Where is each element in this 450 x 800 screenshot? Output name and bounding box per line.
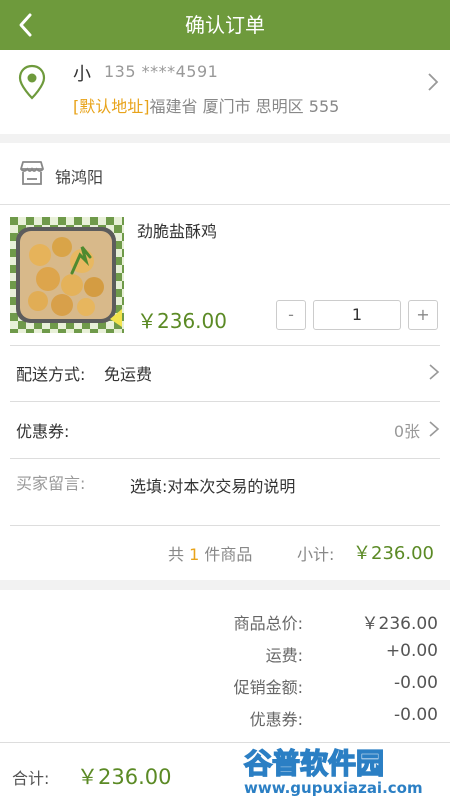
count-prefix: 共: [168, 545, 185, 564]
total-label: 合计:: [12, 769, 50, 788]
total-amount: ￥236.00: [77, 765, 172, 789]
coupon-label: 优惠券:: [16, 422, 70, 441]
item-count: 1: [189, 545, 200, 564]
chevron-right-icon: [429, 364, 440, 380]
product-image[interactable]: [10, 217, 124, 333]
subtotal-label: 小计:: [297, 545, 335, 564]
chevron-right-icon: [429, 421, 440, 437]
coupon-discount-label: 优惠券:: [249, 710, 303, 729]
shop-header: 锦鸿阳: [0, 143, 450, 205]
subtotal-value: ￥236.00: [353, 543, 434, 564]
watermark-title: 谷普软件园: [244, 747, 384, 780]
delivery-value: 免运费: [104, 365, 153, 384]
address-line: [默认地址]福建省 厦门市 思明区 555: [73, 93, 339, 117]
quantity-input[interactable]: 1: [313, 300, 401, 330]
coupon-value: 0张: [393, 422, 420, 441]
recipient-name: 小: [73, 64, 91, 85]
top-bar: 确认订单: [0, 0, 450, 50]
page-title: 确认订单: [185, 13, 265, 37]
delivery-address[interactable]: 小 135 ****4591 [默认地址]福建省 厦门市 思明区 555: [0, 50, 450, 134]
price-summary: 商品总价: ￥236.00 运费: +0.00 促销金额: -0.00 优惠券:…: [0, 590, 450, 742]
quantity-increase-button[interactable]: +: [408, 300, 438, 330]
shipping-fee-value: +0.00: [385, 641, 438, 661]
store-icon: [20, 161, 44, 185]
watermark-url: www.gupuxiazai.com: [244, 779, 423, 797]
divider: [10, 401, 440, 402]
default-address-tag: [默认地址]: [73, 97, 150, 116]
divider: [10, 525, 440, 526]
quantity-decrease-button[interactable]: -: [276, 300, 306, 330]
promotion-value: -0.00: [394, 673, 438, 693]
buyer-message-label: 买家留言:: [16, 474, 86, 493]
promotion-label: 促销金额:: [233, 678, 303, 697]
address-detail: 福建省 厦门市 思明区 555: [149, 97, 340, 116]
chevron-right-icon: [428, 73, 439, 91]
order-items: 劲脆盐酥鸡 ￥236.00 - 1 + 配送方式: 免运费 优惠券: 0张 买家…: [0, 205, 450, 580]
checkout-bar: 合计: ￥236.00 谷普软件园 www.gupuxiazai.com: [0, 742, 450, 800]
coupon-discount-value: -0.00: [394, 705, 438, 725]
item-count-line: 共 1 件商品: [168, 541, 252, 565]
recipient-phone: 135 ****4591: [104, 62, 219, 81]
goods-total-label: 商品总价:: [233, 614, 303, 633]
location-pin-icon: [18, 64, 46, 100]
count-suffix: 件商品: [204, 545, 253, 564]
product-name: 劲脆盐酥鸡: [137, 222, 218, 241]
shop-name: 锦鸿阳: [55, 168, 104, 187]
divider: [10, 345, 440, 346]
watermark-logo: 谷普软件园 www.gupuxiazai.com: [243, 746, 423, 797]
buyer-message-input[interactable]: 选填:对本次交易的说明: [130, 473, 295, 497]
divider: [10, 458, 440, 459]
delivery-label: 配送方式:: [16, 365, 86, 384]
shipping-fee-label: 运费:: [265, 646, 303, 665]
goods-total-value: ￥236.00: [361, 614, 438, 634]
product-price: ￥236.00: [137, 309, 227, 333]
